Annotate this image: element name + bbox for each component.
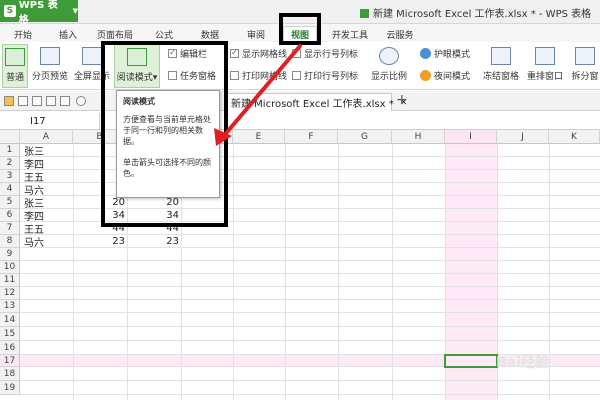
arrow-shaft: [220, 44, 302, 140]
watermark: Bai经验: [496, 355, 549, 371]
annotation-arrow: [214, 44, 302, 146]
